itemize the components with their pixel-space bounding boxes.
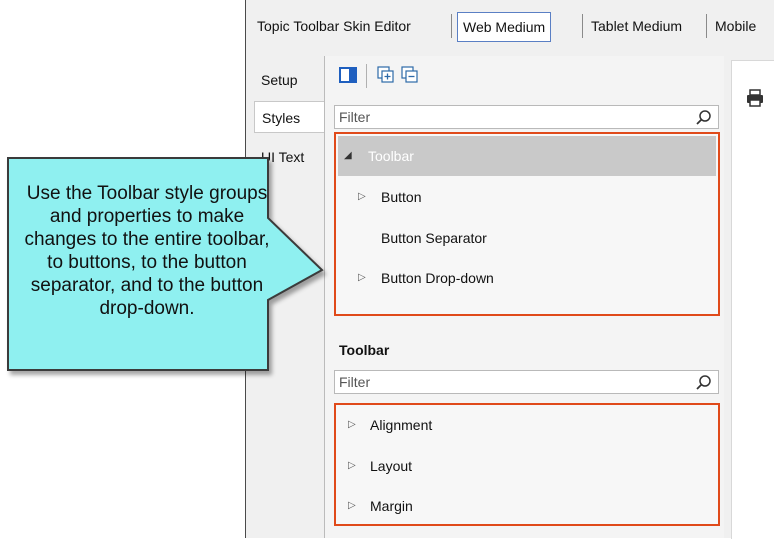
property-group-label: Margin xyxy=(370,498,413,514)
properties-section-title: Toolbar xyxy=(339,342,390,358)
preview-canvas xyxy=(731,60,774,539)
properties-filter-input[interactable]: Filter xyxy=(334,370,719,394)
preview-pane xyxy=(724,56,774,539)
print-icon[interactable] xyxy=(746,89,764,107)
list-item-margin[interactable]: ▷ Margin xyxy=(336,486,718,526)
style-group-label: Button xyxy=(381,189,422,205)
collapsed-arrow-icon[interactable]: ▷ xyxy=(348,405,356,445)
tab-mobile[interactable]: Mobile xyxy=(710,12,761,40)
collapsed-arrow-icon[interactable]: ▷ xyxy=(358,177,366,217)
collapsed-arrow-icon[interactable]: ▷ xyxy=(348,446,356,486)
list-item-toolbar[interactable]: ◢ Toolbar xyxy=(338,136,716,176)
styles-pane: Filter ◢ Toolbar ▷ Button Button Separat… xyxy=(324,56,725,538)
expanded-arrow-icon[interactable]: ◢ xyxy=(344,136,352,176)
tab-divider xyxy=(582,14,583,38)
list-item-button-drop-down[interactable]: ▷ Button Drop-down xyxy=(336,258,718,298)
collapsed-arrow-icon[interactable]: ▷ xyxy=(348,486,356,526)
tab-web-medium[interactable]: Web Medium xyxy=(457,12,552,42)
style-groups-list: ◢ Toolbar ▷ Button Button Separator ▷ Bu… xyxy=(334,132,720,316)
property-group-label: Layout xyxy=(370,458,413,474)
style-group-label: Button Drop-down xyxy=(381,270,494,286)
collapse-all-icon[interactable] xyxy=(401,66,419,84)
search-icon[interactable] xyxy=(695,109,712,126)
tab-divider xyxy=(451,14,452,38)
callout-annotation: Use the Toolbar style groups and propert… xyxy=(0,0,345,410)
search-icon[interactable] xyxy=(695,374,712,391)
collapsed-arrow-icon[interactable]: ▷ xyxy=(358,258,366,298)
property-groups-list: ▷ Alignment ▷ Layout ▷ Margin xyxy=(334,403,720,526)
toolbar-divider xyxy=(366,64,367,88)
property-group-label: Alignment xyxy=(370,417,433,433)
list-item-button-separator[interactable]: Button Separator xyxy=(336,218,718,258)
style-group-label: Toolbar xyxy=(368,148,414,164)
list-item-alignment[interactable]: ▷ Alignment xyxy=(336,405,718,445)
tab-tablet-medium[interactable]: Tablet Medium xyxy=(586,12,687,40)
style-group-label: Button Separator xyxy=(381,230,487,246)
callout-text: Use the Toolbar style groups and propert… xyxy=(24,183,270,319)
list-item-layout[interactable]: ▷ Layout xyxy=(336,446,718,486)
list-item-button[interactable]: ▷ Button xyxy=(336,177,718,217)
expand-all-icon[interactable] xyxy=(377,66,395,84)
tab-divider xyxy=(706,14,707,38)
styles-filter-input[interactable]: Filter xyxy=(334,105,719,129)
